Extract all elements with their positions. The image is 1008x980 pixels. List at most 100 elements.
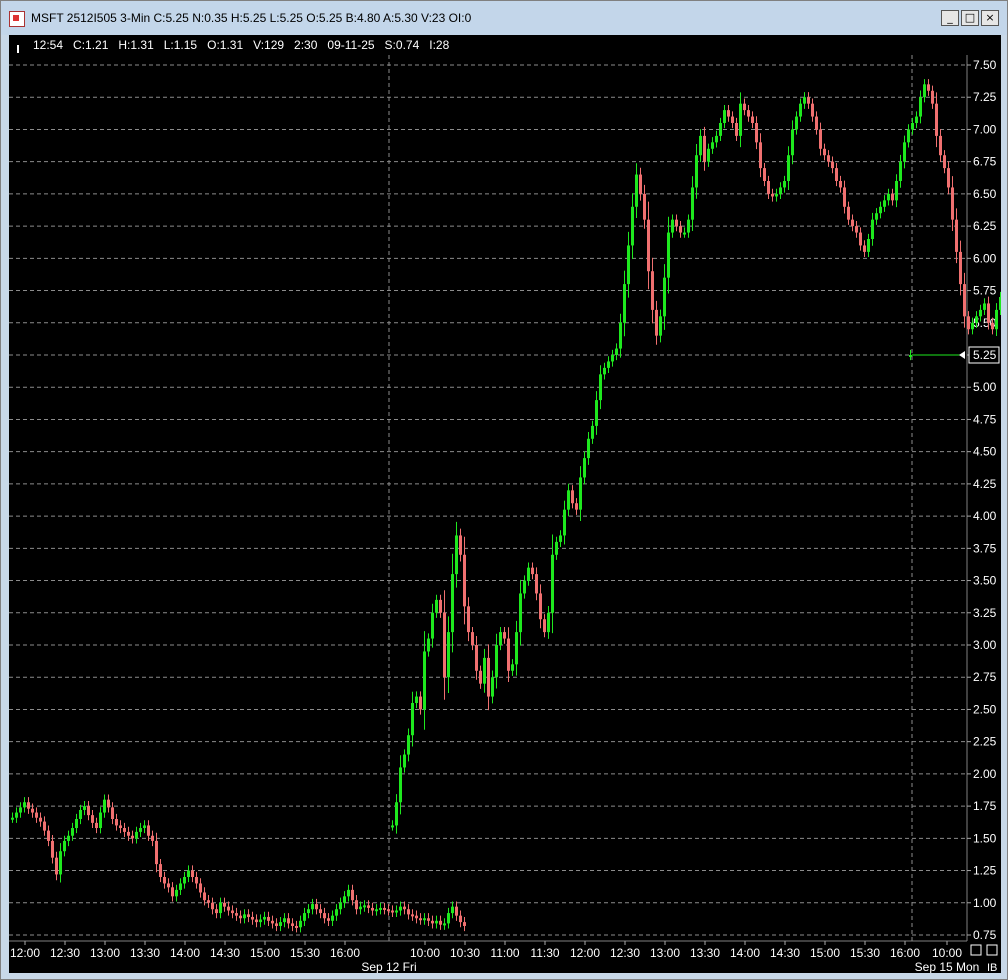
candle-body (423, 918, 426, 921)
candle-body (747, 110, 750, 117)
candle-body (515, 632, 518, 665)
candle-body (195, 877, 198, 884)
candle-body (335, 909, 338, 916)
window-title: MSFT 2512I505 3-Min C:5.25 N:0.35 H:5.25… (31, 11, 472, 25)
candle-body (935, 103, 938, 136)
candle-body (375, 909, 378, 912)
candle-body (391, 825, 394, 828)
candle-body (323, 913, 326, 919)
candle-body (451, 574, 454, 633)
candle-body (51, 840, 54, 858)
candle-body (163, 877, 166, 884)
candle-body (763, 168, 766, 181)
candle-body (427, 638, 430, 652)
candle-body (983, 303, 986, 310)
candle-body (999, 297, 1002, 310)
candle-body (843, 187, 846, 207)
candle-body (451, 906, 454, 914)
candle-body (203, 892, 206, 901)
title-bar[interactable]: MSFT 2512I505 3-Min C:5.25 N:0.35 H:5.25… (1, 1, 1007, 35)
candle-body (831, 161, 834, 169)
x-tick-label: 14:30 (770, 946, 800, 960)
candle-body (619, 322, 622, 349)
candle-body (171, 887, 174, 897)
candle-body (95, 822, 98, 829)
candle-body (543, 619, 546, 633)
candle-body (631, 206, 634, 246)
candle-body (435, 920, 438, 924)
candle-body (523, 580, 526, 594)
candle-body (219, 902, 222, 914)
candle-body (651, 271, 654, 310)
candle-body (787, 155, 790, 181)
price-chart[interactable]: 7.507.257.006.756.506.256.005.755.505.25… (9, 55, 1008, 974)
candle-body (447, 913, 450, 924)
maximize-button[interactable]: □ (961, 10, 979, 26)
candle-body (311, 904, 314, 910)
candle-body (455, 906, 458, 916)
data-info-bar: 12:54 C:1.21 H:1.31 L:1.15 O:1.31 V:129 … (9, 35, 1001, 55)
candle-body (803, 97, 806, 104)
y-tick-label: 3.50 (973, 574, 997, 588)
candle-body (355, 900, 358, 910)
y-tick-label: 6.25 (973, 219, 997, 233)
candle-body (727, 110, 730, 117)
minimize-button[interactable]: _ (941, 10, 959, 26)
x-tick-label: 12:30 (50, 946, 80, 960)
candle-body (909, 355, 912, 357)
candle-body (487, 657, 490, 697)
candle-body (291, 923, 294, 926)
candle-body (867, 239, 870, 252)
candle-body (395, 910, 398, 913)
candle-body (507, 638, 510, 671)
candle-body (915, 116, 918, 123)
candle-body (327, 918, 330, 921)
candle-body (315, 904, 318, 910)
chart-area[interactable]: 7.507.257.006.756.506.256.005.755.505.25… (9, 55, 1008, 974)
candle-body (823, 148, 826, 156)
y-tick-label: 7.00 (973, 122, 997, 136)
candle-body (19, 807, 22, 813)
candle-body (739, 103, 742, 136)
candle-body (783, 181, 786, 188)
x-tick-label: 16:00 (890, 946, 920, 960)
candle-body (455, 535, 458, 575)
candle-body (223, 902, 226, 907)
candle-body (87, 806, 90, 816)
candle-body (435, 599, 438, 613)
candle-body (383, 907, 386, 910)
candle-body (875, 213, 878, 220)
candle-body (683, 232, 686, 235)
candle-body (211, 902, 214, 910)
candle-body (719, 123, 722, 136)
candle-body (575, 503, 578, 510)
x-tick-label: 15:00 (810, 946, 840, 960)
candle-body (463, 554, 466, 607)
close-button[interactable]: × (981, 10, 999, 26)
candle-body (295, 925, 298, 928)
candle-body (307, 909, 310, 914)
candle-body (955, 219, 958, 252)
candle-body (235, 913, 238, 916)
candle-body (427, 918, 430, 921)
candle-body (623, 284, 626, 323)
candle-body (443, 923, 446, 926)
x-tick-label: 13:00 (90, 946, 120, 960)
candle-body (15, 812, 18, 818)
candle-body (991, 322, 994, 330)
y-tick-label: 6.00 (973, 251, 997, 265)
candle-body (55, 857, 58, 875)
candle-body (447, 632, 450, 678)
candle-body (963, 284, 966, 317)
candle-body (67, 835, 70, 841)
candle-body (75, 819, 78, 829)
candle-body (475, 645, 478, 671)
candle-body (555, 541, 558, 555)
candle-body (403, 906, 406, 910)
candle-body (175, 889, 178, 897)
candle-body (911, 123, 914, 130)
candle-body (755, 123, 758, 143)
candle-body (923, 84, 926, 98)
candle-body (795, 116, 798, 130)
candle-body (519, 593, 522, 633)
